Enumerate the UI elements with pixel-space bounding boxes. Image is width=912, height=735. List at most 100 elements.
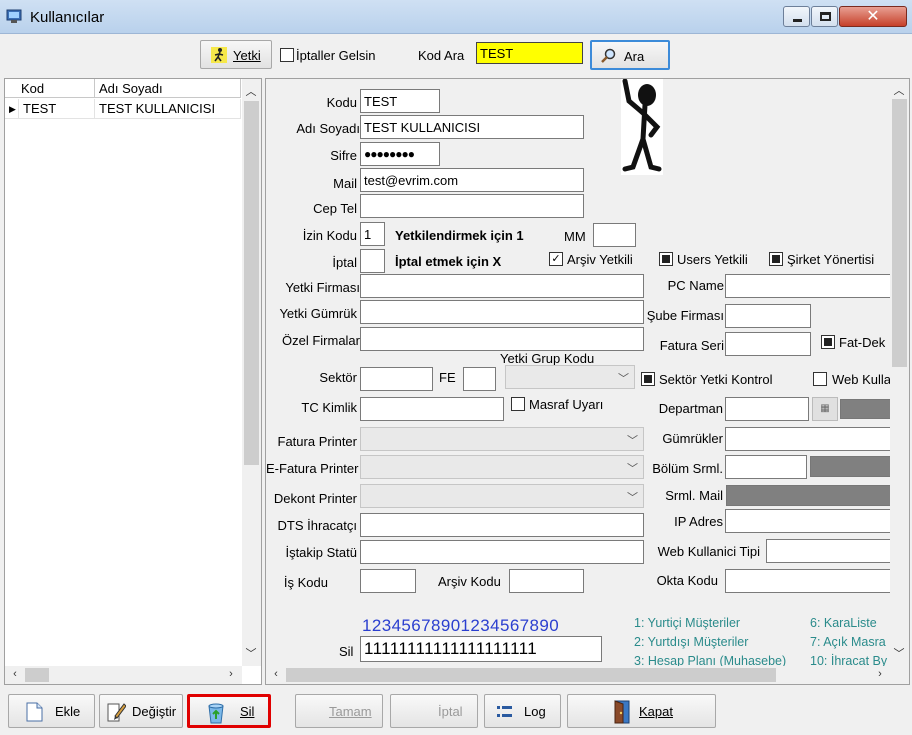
- kod-ara-input[interactable]: [476, 42, 583, 64]
- efatura-printer-label: E-Fatura Printer: [266, 461, 359, 476]
- yetki-gumruk-input[interactable]: [360, 300, 644, 324]
- mm-input[interactable]: [593, 223, 636, 247]
- legend-6: 6: KaraListe: [810, 616, 877, 630]
- istakip-statu-input[interactable]: [360, 540, 644, 564]
- maximize-button[interactable]: [811, 6, 838, 27]
- efatura-printer-combo[interactable]: ﹀: [360, 455, 644, 479]
- scroll-left-icon[interactable]: ‹: [268, 668, 284, 680]
- fatura-printer-combo[interactable]: ﹀: [360, 427, 644, 451]
- sirket-yonertisi-checkbox[interactable]: [769, 252, 783, 266]
- sil-button-label: Sil: [240, 704, 255, 719]
- runner-icon: [211, 47, 227, 63]
- arsiv-yetkili-checkbox[interactable]: ✓: [549, 252, 563, 266]
- sube-firmasi-input[interactable]: [725, 304, 811, 328]
- sil-button[interactable]: Sil: [187, 694, 271, 728]
- legend-2: 2: Yurtdışı Müşteriler: [634, 635, 749, 649]
- dekont-printer-combo[interactable]: ﹀: [360, 484, 644, 508]
- scroll-up-icon[interactable]: ︿: [891, 82, 907, 98]
- izin-kodu-hint: Yetkilendirmek için 1: [395, 228, 524, 243]
- grid-horizontal-scrollbar[interactable]: ‹ ›: [5, 666, 242, 684]
- table-row-kod[interactable]: TEST: [19, 99, 95, 119]
- bolum-srml-color-field[interactable]: [810, 456, 900, 477]
- tc-kimlik-input[interactable]: [360, 397, 504, 421]
- fatura-seri-input[interactable]: [725, 332, 811, 356]
- yetki-firmasi-input[interactable]: [360, 274, 644, 298]
- gumrukler-label: Gümrükler: [662, 431, 723, 446]
- users-yetkili-checkbox[interactable]: [659, 252, 673, 266]
- table-row-adi[interactable]: TEST KULLANICISI: [95, 99, 241, 119]
- pc-name-input[interactable]: [725, 274, 895, 298]
- sil-input[interactable]: 11111111111111111111: [360, 636, 602, 662]
- close-button[interactable]: ✕: [839, 6, 907, 27]
- iptal-button[interactable]: İptal: [390, 694, 478, 728]
- srml-mail-label: Srml. Mail: [665, 488, 723, 503]
- iptal-input[interactable]: [360, 249, 385, 273]
- degistir-button[interactable]: Değiştir: [99, 694, 183, 728]
- form-h-scrollbar-thumb[interactable]: [286, 668, 776, 682]
- ara-button[interactable]: Ara: [590, 40, 670, 70]
- web-kullanici-checkbox[interactable]: [813, 372, 827, 386]
- title-bar: Kullanıcılar: [0, 0, 912, 34]
- log-list-icon: [497, 706, 512, 717]
- legend-1: 1: Yurtiçi Müşteriler: [634, 616, 741, 630]
- sifre-label: Sifre: [330, 148, 357, 163]
- grid-header-kod[interactable]: Kod: [5, 79, 95, 98]
- fat-dek-checkbox[interactable]: [821, 335, 835, 349]
- fatura-printer-label: Fatura Printer: [277, 434, 357, 449]
- gumrukler-input[interactable]: [725, 427, 897, 451]
- arsiv-kodu-input[interactable]: [509, 569, 584, 593]
- adi-soyadi-input[interactable]: [360, 115, 584, 139]
- mail-input[interactable]: [360, 168, 584, 192]
- iptal-hint: İptal etmek için X: [395, 254, 502, 269]
- log-button[interactable]: Log: [484, 694, 561, 728]
- fatura-seri-label: Fatura Seri: [659, 338, 724, 353]
- sektor-input[interactable]: [360, 367, 433, 391]
- cep-tel-input[interactable]: [360, 194, 584, 218]
- form-scrollbar-thumb[interactable]: [892, 99, 907, 367]
- scroll-right-icon[interactable]: ›: [872, 668, 888, 680]
- ozel-firmalar-label: Özel Firmalar: [281, 333, 360, 348]
- web-kullanici-tipi-input[interactable]: [766, 539, 897, 563]
- scroll-down-icon[interactable]: ﹀: [243, 645, 259, 661]
- kodu-label: Kodu: [326, 95, 357, 110]
- iptaller-gelsin-label: İptaller Gelsin: [296, 48, 376, 63]
- srml-mail-field[interactable]: [726, 485, 900, 506]
- masraf-uyari-checkbox[interactable]: [511, 397, 525, 411]
- izin-kodu-input[interactable]: [360, 222, 385, 246]
- fe-input[interactable]: [463, 367, 496, 391]
- grid-header-adi[interactable]: Adı Soyadı: [95, 79, 241, 98]
- scrollbar-thumb[interactable]: [244, 101, 259, 465]
- form-horizontal-scrollbar[interactable]: ‹ ›: [266, 666, 890, 684]
- minimize-button[interactable]: [783, 6, 810, 27]
- calendar-icon[interactable]: ▦: [812, 397, 838, 421]
- scroll-right-icon[interactable]: ›: [223, 668, 239, 680]
- kapat-button[interactable]: Kapat: [567, 694, 716, 728]
- form-vertical-scrollbar[interactable]: ︿ ﹀: [890, 79, 909, 665]
- sil-label: Sil: [339, 644, 354, 659]
- is-kodu-input[interactable]: [360, 569, 416, 593]
- bolum-srml-label: Bölüm Srml.: [652, 461, 723, 476]
- pc-name-label: PC Name: [667, 278, 724, 293]
- bolum-srml-input[interactable]: [725, 455, 807, 479]
- scroll-left-icon[interactable]: ‹: [7, 668, 23, 680]
- dts-ihracatci-input[interactable]: [360, 513, 644, 537]
- ekle-button[interactable]: Ekle: [8, 694, 95, 728]
- user-grid[interactable]: Kod Adı Soyadı ▶ TEST TEST KULLANICISI ︿…: [4, 78, 262, 685]
- scroll-down-icon[interactable]: ﹀: [891, 645, 907, 661]
- tamam-button[interactable]: Tamam: [295, 694, 383, 728]
- sektor-yetki-kontrol-checkbox[interactable]: [641, 372, 655, 386]
- h-scrollbar-thumb[interactable]: [25, 668, 49, 682]
- scroll-up-icon[interactable]: ︿: [243, 83, 259, 99]
- ip-adres-input[interactable]: [725, 509, 897, 533]
- grid-vertical-scrollbar[interactable]: ︿ ﹀: [242, 79, 261, 666]
- kod-ara-label: Kod Ara: [418, 48, 465, 63]
- yetki-grup-kodu-combo[interactable]: ﹀: [505, 365, 635, 389]
- sifre-input[interactable]: ●●●●●●●●: [360, 142, 440, 166]
- iptaller-gelsin-checkbox[interactable]: [280, 48, 294, 62]
- kodu-input[interactable]: [360, 89, 440, 113]
- okta-kodu-input[interactable]: [725, 569, 897, 593]
- departman-input[interactable]: [725, 397, 809, 421]
- ozel-firmalar-input[interactable]: [360, 327, 644, 351]
- yetki-button[interactable]: Yetki: [200, 40, 272, 69]
- tamam-label: Tamam: [329, 704, 372, 719]
